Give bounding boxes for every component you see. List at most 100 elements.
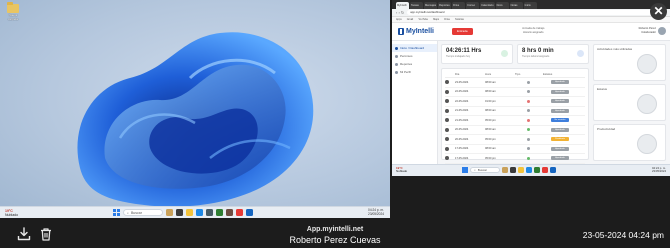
browser-tab[interactable]: Calendario <box>480 2 495 9</box>
url-field[interactable]: app.myintelli.net/dashboard <box>407 10 666 15</box>
sidebar-item-label: Inicio / Dashboard <box>400 46 425 50</box>
bookmark-item[interactable]: Apps <box>396 18 402 21</box>
store-icon[interactable] <box>206 209 213 216</box>
status-badge: Aprobado <box>551 99 569 104</box>
sidebar-item[interactable]: Permisos <box>392 52 437 60</box>
column-header: Tipo <box>515 72 521 76</box>
weather-widget[interactable]: 19°C Nublado <box>5 209 18 217</box>
entry-type-icon <box>445 80 449 85</box>
taskbar-search-right[interactable]: ⌕ Buscar <box>470 167 500 173</box>
table-header: Día Hora Tipo Estatus <box>445 71 585 78</box>
right-monitor-screen: MyIntelli Tareas Mensajes Reportes Drive Corr… <box>392 0 670 176</box>
table-row[interactable]: 23-05-2024 08:00 am Aprobado <box>445 78 585 88</box>
browser-tab[interactable]: Tareas <box>410 2 423 9</box>
status-dot-icon <box>527 118 530 122</box>
screenshot-viewer: Nueva carpeta 19°C Nublado ⌕ Buscar 04:2… <box>0 0 670 248</box>
user-info[interactable]: Roberto Perez Colaborador <box>639 27 656 35</box>
sidebar-item[interactable]: Mi Perfil <box>392 68 437 76</box>
outlook-icon[interactable] <box>550 167 556 173</box>
table-row[interactable]: 22-05-2024 01:00 pm Aprobado <box>445 97 585 107</box>
summary-card: Actividades más utilizadas <box>593 44 666 81</box>
desktop-folder[interactable]: Nueva carpeta <box>4 2 22 21</box>
browser-tab[interactable]: Mensajes <box>424 2 438 9</box>
sidebar-item-label: Permisos <box>400 54 413 58</box>
table-row[interactable]: 20-05-2024 05:00 pm Pendiente <box>445 135 585 145</box>
pie-chart <box>637 54 657 74</box>
file-explorer-icon[interactable] <box>518 167 524 173</box>
browser-tab[interactable]: MyIntelli <box>396 2 409 9</box>
bookmark-item[interactable]: Noticias <box>455 18 464 21</box>
table-row[interactable]: 22-05-2024 08:00 am Aprobado <box>445 88 585 97</box>
table-row[interactable]: 17-05-2024 08:00 am Aprobado <box>445 145 585 154</box>
widgets-icon[interactable] <box>166 209 173 216</box>
table-row[interactable]: 21-05-2024 08:00 am Aprobado <box>445 107 585 116</box>
status-dot-icon <box>527 128 530 132</box>
search-icon: ⌕ <box>127 210 129 215</box>
row-day: 21-05-2024 <box>455 118 469 122</box>
nav-arrows-icon[interactable]: ‹ › ↻ <box>396 10 404 15</box>
status-badge: Aprobado <box>551 146 569 151</box>
menu-dot-icon <box>395 70 398 74</box>
table-row[interactable]: 17-05-2024 05:00 pm Aprobado <box>445 154 585 164</box>
widgets-icon[interactable] <box>502 167 508 173</box>
sidebar-item-label: Mi Perfil <box>400 70 411 74</box>
row-day: 22-05-2024 <box>455 90 469 94</box>
user-role: Colaborador <box>641 30 656 34</box>
system-clock[interactable]: 04:24 p. m. 23/05/2024 <box>368 208 384 217</box>
browser-tab[interactable]: Correo <box>466 2 480 9</box>
entrada-button[interactable]: Entrada <box>452 28 473 35</box>
status-dot-icon <box>527 99 530 103</box>
bookmark-item[interactable]: Drive <box>444 18 450 21</box>
browser-tab[interactable]: Reportes <box>438 2 452 9</box>
windows-start-icon[interactable] <box>462 167 468 173</box>
row-time: 08:00 am <box>485 109 496 113</box>
task-view-icon[interactable] <box>176 209 183 216</box>
weather-widget-right[interactable]: 19°C Nublado <box>396 166 407 174</box>
table-row[interactable]: 21-05-2024 05:00 pm En revisión <box>445 116 585 126</box>
sidebar-item-label: Reportes <box>400 62 413 66</box>
app-header: MyIntelli Entrada Jornada de trabajo Hor… <box>392 23 670 41</box>
row-day: 22-05-2024 <box>455 99 469 103</box>
kpi-row: 04:26:11 Hrs Tiempo trabajado hoy 8 hrs … <box>441 44 589 64</box>
file-explorer-icon[interactable] <box>186 209 193 216</box>
row-time: 05:00 pm <box>485 137 496 141</box>
edge-icon[interactable] <box>526 167 532 173</box>
browser-tab[interactable]: Drive <box>452 2 466 9</box>
status-badge: Aprobado <box>551 80 569 85</box>
status-dot-icon <box>527 80 530 84</box>
sidebar-item[interactable]: Inicio / Dashboard <box>392 44 437 52</box>
entry-type-icon <box>445 99 449 104</box>
viewer-bottom-bar: App.myintelli.net Roberto Perez Cuevas 2… <box>0 220 670 248</box>
app-icon[interactable] <box>226 209 233 216</box>
bookmark-item[interactable]: Maps <box>433 18 439 21</box>
status-badge: Aprobado <box>551 156 569 161</box>
bookmark-item[interactable]: Gmail <box>407 18 414 21</box>
avatar[interactable] <box>658 27 666 35</box>
browser-tab[interactable]: Inicio <box>523 2 537 9</box>
taskbar-search[interactable]: ⌕ Buscar <box>123 209 163 216</box>
row-day: 17-05-2024 <box>455 147 469 151</box>
bookmark-item[interactable]: YouTube <box>418 18 428 21</box>
outlook-icon[interactable] <box>246 209 253 216</box>
windows-start-icon[interactable] <box>113 209 120 216</box>
chrome-icon[interactable] <box>236 209 243 216</box>
browser-tab[interactable]: Notas <box>509 2 523 9</box>
browser-tab[interactable]: Docs <box>495 2 509 9</box>
brand-logo[interactable]: MyIntelli <box>398 28 434 35</box>
edge-icon[interactable] <box>196 209 203 216</box>
dashboard-main: 04:26:11 Hrs Tiempo trabajado hoy 8 hrs … <box>441 44 589 164</box>
system-clock-right[interactable]: 04:24 p. m. 23/05/2024 <box>652 166 666 174</box>
table-row[interactable]: 20-05-2024 08:00 am Aprobado <box>445 126 585 135</box>
task-view-icon[interactable] <box>510 167 516 173</box>
close-icon[interactable]: ✕ <box>650 3 667 20</box>
weather-text: Nublado <box>5 213 19 218</box>
excel-icon[interactable] <box>534 167 540 173</box>
sidebar-item[interactable]: Reportes <box>392 60 437 68</box>
taskbar-apps-right: ⌕ Buscar <box>462 167 556 173</box>
chrome-icon[interactable] <box>542 167 548 173</box>
shift-info: Jornada de trabajo Horario asignado <box>522 27 544 35</box>
clock-icon <box>501 50 508 57</box>
app-sidebar: Inicio / Dashboard Permisos Reportes Mi Per… <box>392 41 438 164</box>
excel-icon[interactable] <box>216 209 223 216</box>
column-header: Día <box>455 72 460 76</box>
